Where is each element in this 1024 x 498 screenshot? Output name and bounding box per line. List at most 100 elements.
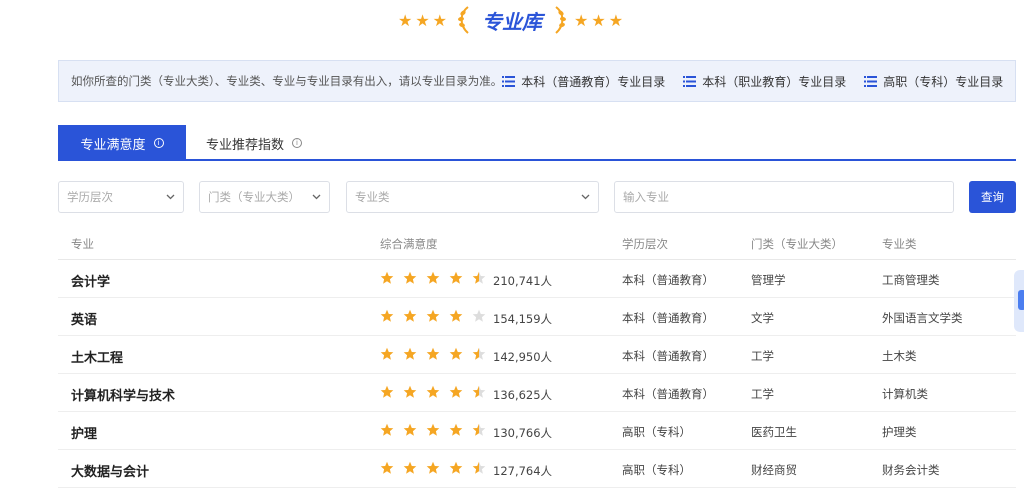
star-shape <box>426 423 440 436</box>
star-shape <box>380 423 394 436</box>
rating-count: 127,764人 <box>493 464 553 478</box>
education-level-select[interactable]: 学历层次 <box>58 181 184 213</box>
star-shape <box>449 347 463 360</box>
star-shape <box>380 309 394 322</box>
star-full-icon <box>426 385 440 398</box>
star-shape <box>380 347 394 360</box>
category: 医药卫生 <box>751 425 797 439</box>
category-select[interactable]: 门类（专业大类） <box>199 181 330 213</box>
tab-label: 专业满意度 <box>80 137 146 153</box>
table-row[interactable]: 会计学 210,741人 本科（普通教育） 管理学 工商管理类 <box>58 260 1016 298</box>
major-name[interactable]: 护理 <box>71 423 97 442</box>
side-widget-icon <box>1018 290 1024 310</box>
major-input-placeholder: 输入专业 <box>623 190 669 204</box>
rating-count: 136,625人 <box>493 388 553 402</box>
rating-stars <box>380 309 495 323</box>
star-shape <box>472 461 486 474</box>
star-full-icon <box>380 385 394 398</box>
star-shape <box>449 309 463 322</box>
major-name[interactable]: 计算机科学与技术 <box>71 385 175 404</box>
table-row[interactable]: 计算机科学与技术 136,625人 本科（普通教育） 工学 计算机类 <box>58 374 1016 412</box>
header-category: 门类（专业大类） <box>751 237 843 251</box>
star-shape <box>380 271 394 284</box>
chevron-down-icon <box>581 194 590 200</box>
education-level: 高职（专科） <box>622 425 691 439</box>
table-header: 专业 综合满意度 学历层次 门类（专业大类） 专业类 <box>58 226 1016 260</box>
notice-bar: 如你所查的门类（专业大类）、专业类、专业与专业目录有出入，请以专业目录为准。 本… <box>58 60 1016 102</box>
catalog-link-vocational-college[interactable]: 高职（专科）专业目录 <box>864 73 1003 90</box>
header-satisfaction: 综合满意度 <box>380 237 438 251</box>
education-level: 本科（普通教育） <box>622 311 714 325</box>
star-shape <box>403 309 417 322</box>
star-shape <box>449 385 463 398</box>
star-shape <box>403 385 417 398</box>
title-stars-left: ★★★ <box>397 10 450 30</box>
star-half-icon <box>472 385 486 398</box>
star-full-icon <box>449 309 463 322</box>
category: 工学 <box>751 349 774 363</box>
major-name[interactable]: 大数据与会计 <box>71 461 149 480</box>
major-name[interactable]: 会计学 <box>71 271 110 290</box>
star-shape <box>449 423 463 436</box>
major-class: 计算机类 <box>882 387 928 401</box>
info-icon[interactable]: i <box>292 138 303 148</box>
education-level: 本科（普通教育） <box>622 349 714 363</box>
education-level: 本科（普通教育） <box>622 387 714 401</box>
star-full-icon <box>403 309 417 322</box>
table-row[interactable]: 土木工程 142,950人 本科（普通教育） 工学 土木类 <box>58 336 1016 374</box>
star-shape <box>426 347 440 360</box>
major-search-input[interactable]: 输入专业 <box>614 181 954 213</box>
tab-satisfaction[interactable]: 专业满意度 i <box>58 125 186 161</box>
star-full-icon <box>380 309 394 322</box>
star-half-icon <box>472 347 486 360</box>
star-full-icon <box>426 309 440 322</box>
category: 文学 <box>751 311 774 325</box>
major-class-select[interactable]: 专业类 <box>346 181 599 213</box>
star-shape <box>403 271 417 284</box>
star-shape <box>472 347 486 360</box>
major-name[interactable]: 英语 <box>71 309 97 328</box>
table-row[interactable]: 大数据与会计 127,764人 高职（专科） 财经商贸 财务会计类 <box>58 450 1016 488</box>
star-full-icon <box>449 423 463 436</box>
major-name[interactable]: 土木工程 <box>71 347 123 366</box>
star-shape <box>472 309 486 322</box>
star-shape <box>449 461 463 474</box>
star-full-icon <box>426 461 440 474</box>
tab-bar: 专业满意度 i 专业推荐指数 i <box>58 125 1016 161</box>
star-full-icon <box>403 423 417 436</box>
star-full-icon <box>449 347 463 360</box>
category: 财经商贸 <box>751 463 797 477</box>
major-class: 工商管理类 <box>882 273 940 287</box>
category-placeholder: 门类（专业大类） <box>208 190 300 204</box>
star-shape <box>426 271 440 284</box>
header-major: 专业 <box>71 237 94 251</box>
star-half-icon <box>472 271 486 284</box>
catalog-link-undergrad-general[interactable]: 本科（普通教育）专业目录 <box>502 73 665 90</box>
star-full-icon <box>403 461 417 474</box>
catalog-link-undergrad-vocational[interactable]: 本科（职业教育）专业目录 <box>683 73 846 90</box>
star-shape <box>472 271 486 284</box>
major-class: 护理类 <box>882 425 917 439</box>
major-class-placeholder: 专业类 <box>355 190 390 204</box>
table-row[interactable]: 护理 130,766人 高职（专科） 医药卫生 护理类 <box>58 412 1016 450</box>
tab-label: 专业推荐指数 <box>206 137 285 153</box>
rating-stars <box>380 461 495 475</box>
star-full-icon <box>380 461 394 474</box>
search-button[interactable]: 查询 <box>969 181 1016 213</box>
tab-recommendation-index[interactable]: 专业推荐指数 i <box>186 125 322 161</box>
star-full-icon <box>380 271 394 284</box>
laurel-right-icon <box>555 6 566 34</box>
star-shape <box>380 461 394 474</box>
star-full-icon <box>449 461 463 474</box>
table-row[interactable]: 英语 154,159人 本科（普通教育） 文学 外国语言文学类 <box>58 298 1016 336</box>
star-shape <box>472 385 486 398</box>
catalog-link-label: 本科（普通教育）专业目录 <box>521 74 666 89</box>
rating-stars <box>380 385 495 399</box>
star-full-icon <box>403 385 417 398</box>
floating-side-widget[interactable] <box>1014 270 1024 332</box>
page-header: ★★★ 专业库 ★★★ <box>0 4 1024 36</box>
info-icon[interactable]: i <box>153 138 164 148</box>
title-stars-right: ★★★ <box>574 10 627 30</box>
category: 工学 <box>751 387 774 401</box>
star-full-icon <box>403 271 417 284</box>
